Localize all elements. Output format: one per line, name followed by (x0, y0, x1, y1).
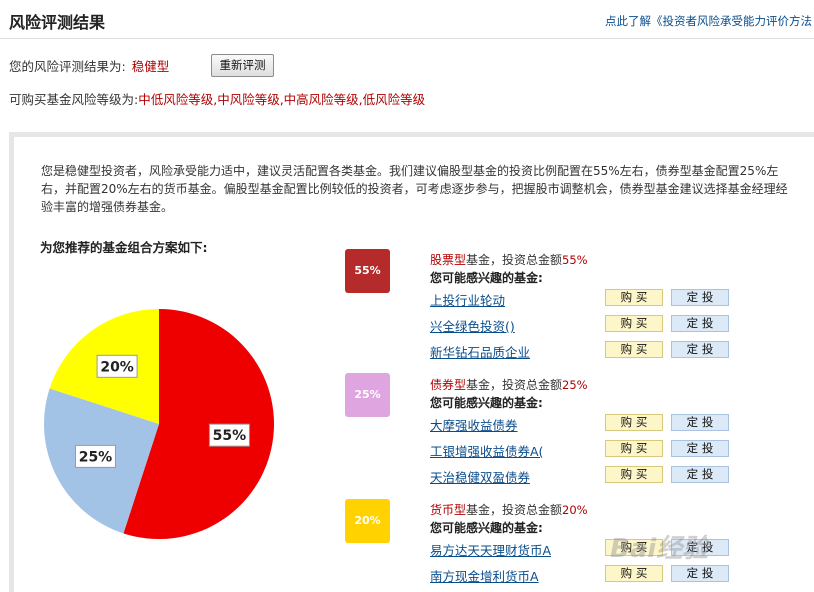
svg-text:55%: 55% (213, 428, 247, 444)
invest-button[interactable]: 定 投 (671, 341, 729, 358)
buy-button[interactable]: 购 买 (605, 315, 663, 332)
watermark: Bai经验 (610, 534, 709, 564)
fund-link[interactable]: 上投行业轮动 (430, 290, 505, 309)
group-subtitle: 您可能感兴趣的基金: (430, 396, 543, 410)
fund-link[interactable]: 易方达天天理财货币A (430, 540, 551, 559)
fund-group-bond: 债券型基金，投资总金额25% 您可能感兴趣的基金: 大摩强收益债券购 买定 投 … (430, 376, 729, 490)
buy-button[interactable]: 购 买 (605, 440, 663, 457)
recommend-title: 为您推荐的基金组合方案如下: (40, 240, 208, 255)
retest-button[interactable]: 重新评测 (211, 54, 274, 77)
buy-button[interactable]: 购 买 (605, 289, 663, 306)
pie-label: 25% (74, 444, 116, 468)
levels-label: 可购买基金风险等级为: (9, 92, 139, 107)
fund-link[interactable]: 南方现金增利货币A (430, 566, 539, 585)
levels-row: 可购买基金风险等级为:中低风险等级,中风险等级,中高风险等级,低风险等级 (9, 89, 425, 108)
invest-button[interactable]: 定 投 (671, 440, 729, 457)
badge-money: 20% (345, 499, 390, 543)
invest-button[interactable]: 定 投 (671, 565, 729, 582)
buy-button[interactable]: 购 买 (605, 565, 663, 582)
group-title: 股票型基金，投资总金额55% (430, 253, 588, 267)
group-title: 债券型基金，投资总金额25% (430, 378, 588, 392)
risk-method-link[interactable]: 点此了解《投资者风险承受能力评价方法 (605, 13, 812, 29)
fund-row: 新华钻石品质企业 购 买定 投 (430, 339, 729, 365)
allocation-pie-chart: 55% 25% 20% (44, 309, 275, 539)
badge-bond: 25% (345, 373, 390, 417)
levels-value: 中低风险等级,中风险等级,中高风险等级,低风险等级 (138, 92, 426, 107)
badge-stock: 55% (345, 249, 390, 293)
fund-row: 兴全绿色投资() 购 买定 投 (430, 313, 729, 339)
page-title: 风险评测结果 (9, 13, 106, 32)
fund-row: 上投行业轮动 购 买定 投 (430, 287, 729, 313)
advice-text: 您是稳健型投资者，风险承受能力适中，建议灵活配置各类基金。我们建议偏股型基金的投… (41, 164, 788, 214)
fund-link[interactable]: 兴全绿色投资() (430, 316, 515, 335)
fund-link[interactable]: 大摩强收益债券 (430, 415, 518, 434)
fund-link[interactable]: 天治稳健双盈债券 (430, 467, 530, 486)
fund-group-stock: 股票型基金，投资总金额55% 您可能感兴趣的基金: 上投行业轮动购 买定 投 兴… (430, 251, 729, 365)
page-header: 风险评测结果 点此了解《投资者风险承受能力评价方法 (0, 0, 814, 39)
fund-row: 工银增强收益债券A( 购 买定 投 (430, 438, 729, 464)
invest-button[interactable]: 定 投 (671, 289, 729, 306)
pie-label: 55% (208, 423, 250, 447)
svg-text:20%: 20% (100, 359, 134, 375)
fund-row: 易方达天天理财货币A 购 买定 投 (430, 537, 729, 563)
buy-button[interactable]: 购 买 (605, 414, 663, 431)
invest-button[interactable]: 定 投 (671, 315, 729, 332)
result-value: 稳健型 (131, 59, 170, 74)
buy-button[interactable]: 购 买 (605, 466, 663, 483)
fund-row: 天治稳健双盈债券 购 买定 投 (430, 464, 729, 490)
invest-button[interactable]: 定 投 (671, 466, 729, 483)
fund-group-money: 货币型基金，投资总金额20% 您可能感兴趣的基金: 易方达天天理财货币A 购 买定… (430, 501, 729, 589)
group-subtitle: 您可能感兴趣的基金: (430, 521, 543, 535)
fund-link[interactable]: 工银增强收益债券A( (430, 441, 543, 460)
fund-link[interactable]: 新华钻石品质企业 (430, 342, 530, 361)
group-title: 货币型基金，投资总金额20% (430, 503, 588, 517)
fund-row: 南方现金增利货币A 购 买定 投 (430, 563, 729, 589)
invest-button[interactable]: 定 投 (671, 414, 729, 431)
buy-button[interactable]: 购 买 (605, 341, 663, 358)
svg-text:25%: 25% (79, 449, 113, 465)
pie-label: 20% (96, 354, 138, 378)
result-label: 您的风险评测结果为: (9, 59, 126, 74)
fund-row: 大摩强收益债券 购 买定 投 (430, 412, 729, 438)
recommendation-panel: 您是稳健型投资者，风险承受能力适中，建议灵活配置各类基金。我们建议偏股型基金的投… (9, 132, 814, 592)
group-subtitle: 您可能感兴趣的基金: (430, 271, 543, 285)
result-row: 您的风险评测结果为: 稳健型 (9, 56, 169, 75)
